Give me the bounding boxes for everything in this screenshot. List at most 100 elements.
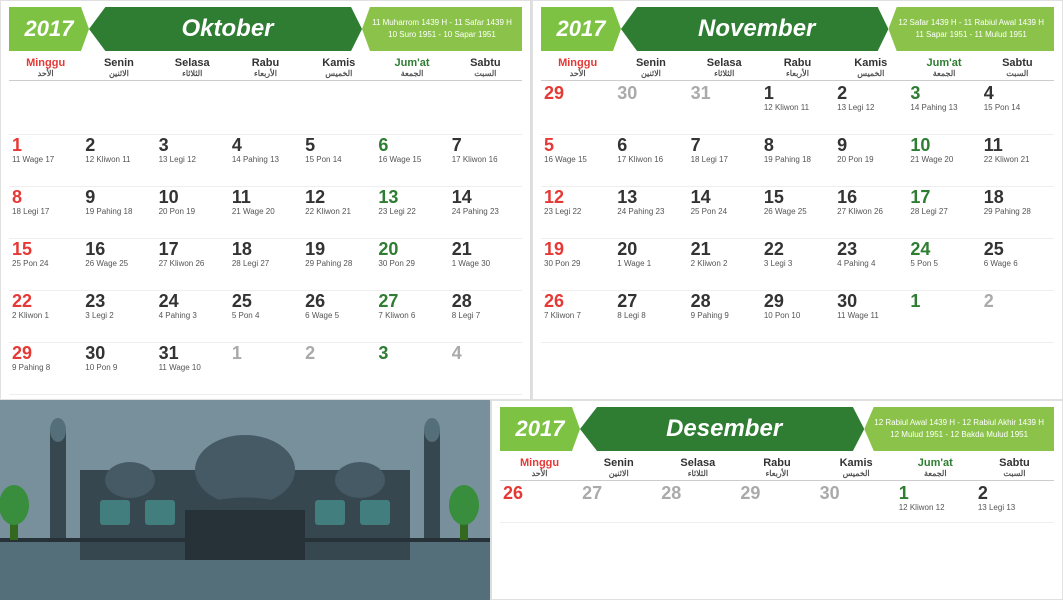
- day-header-kamis: Kamisالخميس: [302, 55, 375, 80]
- november-day-headers: MingguالأحدSeninالاثنينSelasaالثلاثاءRab…: [541, 55, 1054, 81]
- day-header-minggu: Mingguالأحد: [9, 55, 82, 80]
- cal-cell: 29 10 Pon 10: [761, 291, 834, 343]
- november-year: 2017: [541, 7, 621, 51]
- cal-cell: 24 4 Pahing 3: [156, 291, 229, 343]
- cal-cell: 10 21 Wage 20: [907, 135, 980, 187]
- oktober-hijri: 11 Muharrom 1439 H - 11 Safar 1439 H 10 …: [362, 7, 522, 51]
- cal-cell: 5 16 Wage 15: [541, 135, 614, 187]
- cal-cell: [375, 83, 448, 135]
- desember-year: 2017: [500, 407, 580, 451]
- november-header: 2017 November 12 Safar 1439 H - 11 Rabiu…: [541, 7, 1054, 51]
- november-hijri: 12 Safar 1439 H - 11 Rabiul Awal 1439 H …: [888, 7, 1054, 51]
- cal-cell: 26 7 Kliwon 7: [541, 291, 614, 343]
- cal-cell: 19 29 Pahing 28: [302, 239, 375, 291]
- desember-header: 2017 Desember 12 Rabiul Awal 1439 H - 12…: [500, 407, 1054, 451]
- cal-cell: 22 3 Legi 3: [761, 239, 834, 291]
- cal-cell: 31: [688, 83, 761, 135]
- cal-cell: 1 12 Kliwon 12: [896, 483, 975, 523]
- november-month: November: [621, 7, 888, 51]
- cal-cell: 30: [817, 483, 896, 523]
- cal-cell: 7 17 Kliwon 16: [449, 135, 522, 187]
- cal-cell: 18 29 Pahing 28: [981, 187, 1054, 239]
- desember-calendar: 2017 Desember 12 Rabiul Awal 1439 H - 12…: [490, 400, 1063, 600]
- cal-cell: 23 4 Pahing 4: [834, 239, 907, 291]
- cal-cell: 3 13 Legi 12: [156, 135, 229, 187]
- cal-cell: 21 1 Wage 30: [449, 239, 522, 291]
- day-header-senin: Seninالاثنين: [82, 55, 155, 80]
- oktober-grid: 1 11 Wage 17 2 12 Kliwon 11 3 13 Legi 12…: [9, 83, 522, 395]
- cal-cell: [449, 83, 522, 135]
- cal-cell: 30: [614, 83, 687, 135]
- day-header-minggu: Mingguالأحد: [541, 55, 614, 80]
- day-header-kamis: Kamisالخميس: [817, 455, 896, 480]
- desember-hijri: 12 Rabiul Awal 1439 H - 12 Rabiul Akhir …: [864, 407, 1054, 451]
- cal-cell: 30 11 Wage 11: [834, 291, 907, 343]
- cal-cell: 29: [737, 483, 816, 523]
- day-header-sabtu: Sabtuالسبت: [975, 455, 1054, 480]
- cal-cell: 4 14 Pahing 13: [229, 135, 302, 187]
- cal-cell: 22 2 Kliwon 1: [9, 291, 82, 343]
- cal-cell: 10 20 Pon 19: [156, 187, 229, 239]
- cal-cell: 24 5 Pon 5: [907, 239, 980, 291]
- cal-cell: 11 21 Wage 20: [229, 187, 302, 239]
- day-header-selasa: Selasaالثلاثاء: [156, 55, 229, 80]
- cal-cell: 31 11 Wage 10: [156, 343, 229, 395]
- desember-month: Desember: [580, 407, 864, 451]
- cal-cell: 20 30 Pon 29: [375, 239, 448, 291]
- cal-cell: 7 18 Legi 17: [688, 135, 761, 187]
- day-header-sabtu: Sabtuالسبت: [981, 55, 1054, 80]
- cal-cell: 28 9 Pahing 9: [688, 291, 761, 343]
- cal-cell: 13 24 Pahing 23: [614, 187, 687, 239]
- cal-cell: 15 26 Wage 25: [761, 187, 834, 239]
- cal-cell: 2 12 Kliwon 11: [82, 135, 155, 187]
- day-header-sabtu: Sabtuالسبت: [449, 55, 522, 80]
- oktober-month: Oktober: [89, 7, 362, 51]
- cal-cell: 30 10 Pon 9: [82, 343, 155, 395]
- cal-cell: 25 5 Pon 4: [229, 291, 302, 343]
- day-header-rabu: Rabuالأربعاء: [229, 55, 302, 80]
- day-header-jum'at: Jum'atالجمعة: [896, 455, 975, 480]
- november-calendar: 2017 November 12 Safar 1439 H - 11 Rabiu…: [532, 0, 1063, 400]
- cal-cell: 29 9 Pahing 8: [9, 343, 82, 395]
- cal-cell: [156, 83, 229, 135]
- cal-cell: 12 23 Legi 22: [541, 187, 614, 239]
- cal-cell: 3 14 Pahing 13: [907, 83, 980, 135]
- cal-cell: 25 6 Wage 6: [981, 239, 1054, 291]
- day-header-selasa: Selasaالثلاثاء: [688, 55, 761, 80]
- cal-cell: 8 18 Legi 17: [9, 187, 82, 239]
- cal-cell: 17 28 Legi 27: [907, 187, 980, 239]
- cal-cell: [302, 83, 375, 135]
- cal-cell: 3: [375, 343, 448, 395]
- desember-day-headers: MingguالأحدSeninالاثنينSelasaالثلاثاءRab…: [500, 455, 1054, 481]
- oktober-calendar: 2017 Oktober 11 Muharrom 1439 H - 11 Saf…: [0, 0, 532, 400]
- cal-cell: 26: [500, 483, 579, 523]
- cal-cell: 1 11 Wage 17: [9, 135, 82, 187]
- cal-cell: 16 26 Wage 25: [82, 239, 155, 291]
- cal-cell: 4 15 Pon 14: [981, 83, 1054, 135]
- cal-cell: 17 27 Kliwon 26: [156, 239, 229, 291]
- cal-cell: 21 2 Kliwon 2: [688, 239, 761, 291]
- cal-cell: 9 20 Pon 19: [834, 135, 907, 187]
- cal-cell: 26 6 Wage 5: [302, 291, 375, 343]
- cal-cell: 4: [449, 343, 522, 395]
- cal-cell: 13 23 Legi 22: [375, 187, 448, 239]
- cal-cell: 14 24 Pahing 23: [449, 187, 522, 239]
- cal-cell: 2 13 Legi 13: [975, 483, 1054, 523]
- cal-cell: 23 3 Legi 2: [82, 291, 155, 343]
- cal-cell: 1: [907, 291, 980, 343]
- november-grid: 29 30 31 1 12 Kliwon 11 2 13 Legi 12: [541, 83, 1054, 343]
- day-header-minggu: Mingguالأحد: [500, 455, 579, 480]
- day-header-senin: Seninالاثنين: [614, 55, 687, 80]
- cal-cell: 29: [541, 83, 614, 135]
- cal-cell: 11 22 Kliwon 21: [981, 135, 1054, 187]
- cal-cell: 6 17 Kliwon 16: [614, 135, 687, 187]
- oktober-day-headers: MingguالأحدSeninالاثنينSelasaالثلاثاءRab…: [9, 55, 522, 81]
- cal-cell: [82, 83, 155, 135]
- cal-cell: 28 8 Legi 7: [449, 291, 522, 343]
- cal-cell: 9 19 Pahing 18: [82, 187, 155, 239]
- day-header-jum'at: Jum'atالجمعة: [907, 55, 980, 80]
- day-header-jum'at: Jum'atالجمعة: [375, 55, 448, 80]
- day-header-rabu: Rabuالأربعاء: [737, 455, 816, 480]
- cal-cell: 19 30 Pon 29: [541, 239, 614, 291]
- cal-cell: 2: [981, 291, 1054, 343]
